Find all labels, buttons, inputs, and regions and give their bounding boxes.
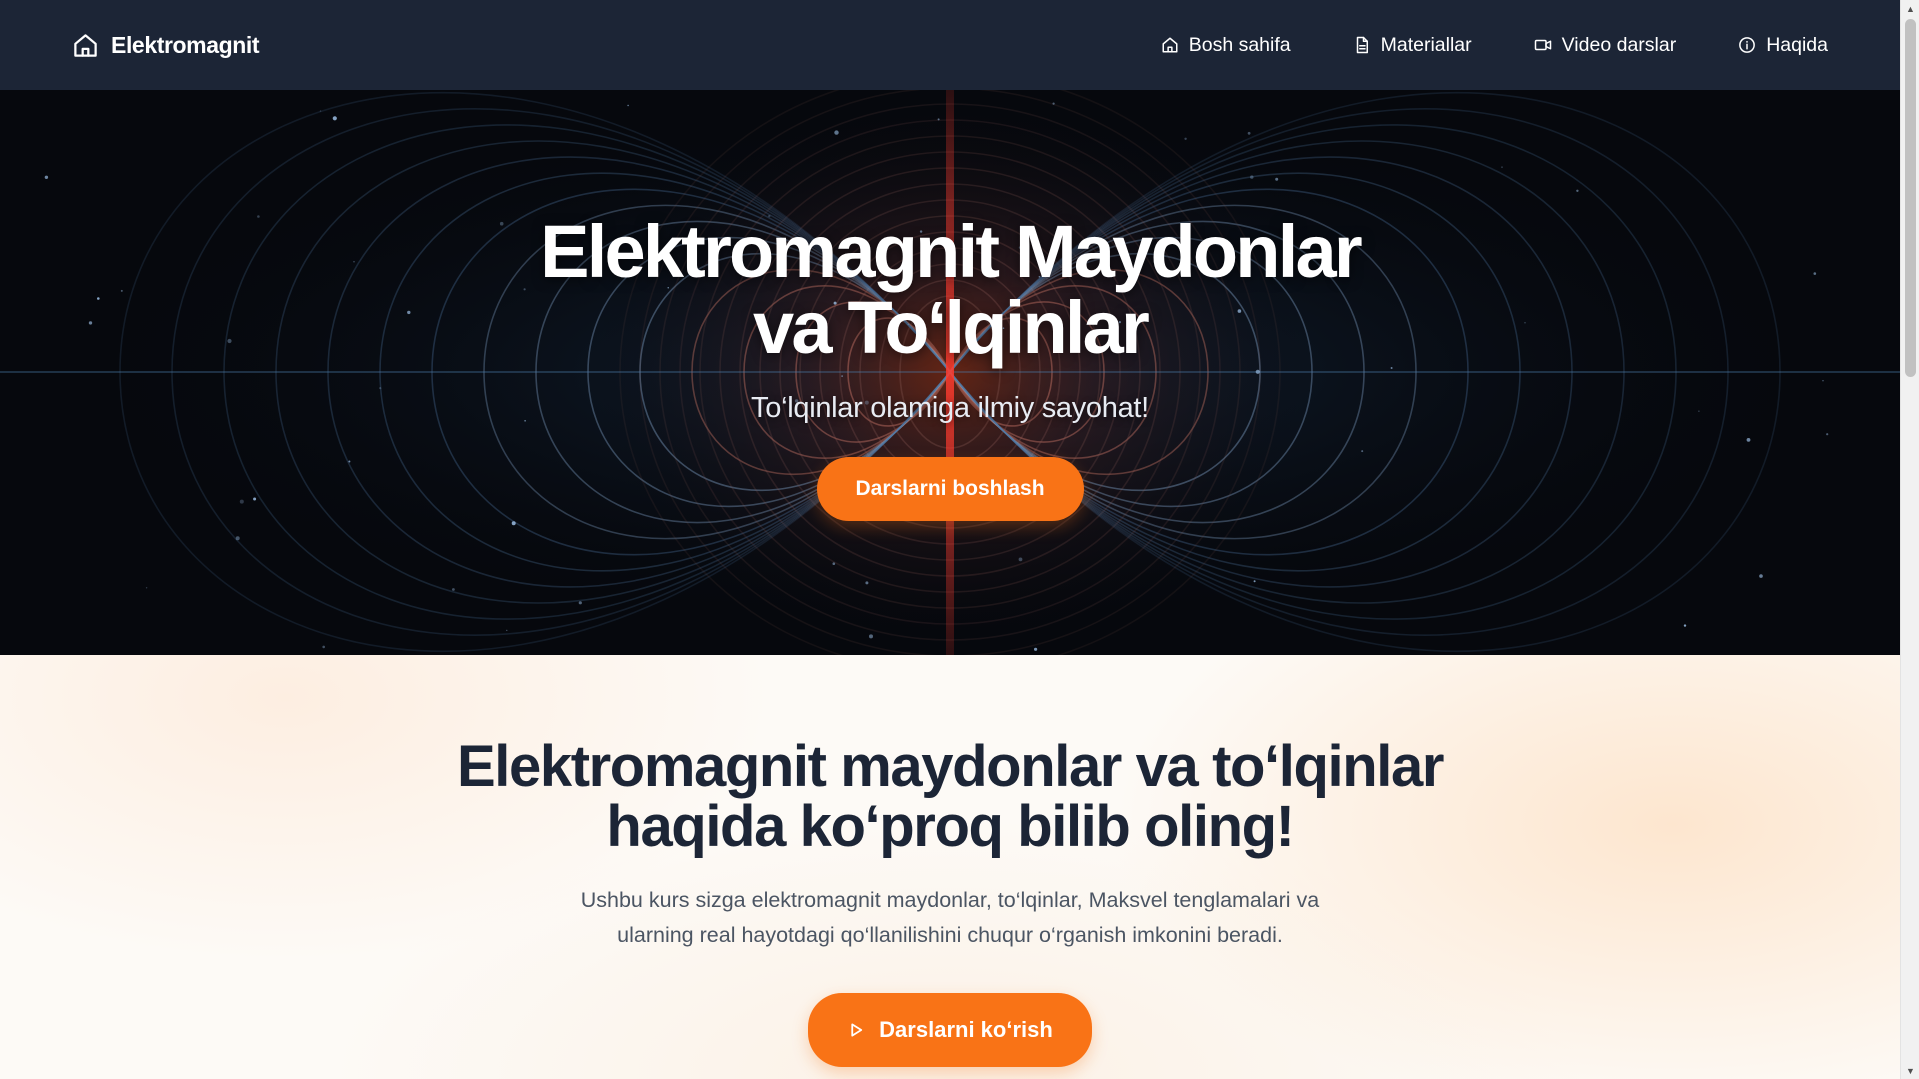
hero-title: Elektromagnit Maydonlar va To‘lqinlar	[400, 214, 1500, 366]
nav-links: Bosh sahifa Materiallar Video darslar Ha…	[1161, 34, 1828, 57]
home-icon	[74, 33, 97, 57]
scroll-down-arrow-icon[interactable]: ▼	[1901, 1062, 1919, 1079]
view-lessons-button[interactable]: Darslarni ko‘rish	[808, 993, 1092, 1067]
nav-link-about-label: Haqida	[1766, 33, 1828, 56]
document-icon	[1356, 36, 1368, 54]
nav-link-videos[interactable]: Video darslar	[1534, 33, 1677, 57]
hero-title-line1: Elektromagnit Maydonlar	[540, 210, 1362, 293]
info-description-line1: Ushbu kurs sizga elektromagnit maydonlar…	[580, 888, 1320, 912]
video-icon	[1534, 39, 1551, 51]
home-icon	[1162, 37, 1178, 53]
info-description: Ushbu kurs sizga elektromagnit maydonlar…	[550, 883, 1350, 953]
info-section: Elektromagnit maydonlar va to‘lqinlar ha…	[0, 655, 1900, 1079]
nav-link-materials-label: Materiallar	[1380, 33, 1472, 56]
hero-title-line2: va To‘lqinlar	[753, 286, 1150, 369]
nav-link-materials[interactable]: Materiallar	[1353, 34, 1472, 57]
hero-section: Elektromagnit Maydonlar va To‘lqinlar To…	[0, 90, 1900, 655]
nav-link-home-label: Bosh sahifa	[1188, 33, 1291, 56]
scroll-up-arrow-icon[interactable]: ▲	[1901, 0, 1919, 17]
hero-subtitle: To‘lqinlar olamiga ilmiy sayohat!	[751, 392, 1149, 424]
scrollbar-thumb[interactable]	[1905, 19, 1916, 377]
vertical-scrollbar[interactable]: ▲ ▼	[1900, 0, 1919, 1079]
brand-logo[interactable]: Elektromagnit	[72, 31, 260, 59]
page: Elektromagnit Bosh sahifa Materiallar Vi…	[0, 0, 1919, 1079]
info-title: Elektromagnit maydonlar va to‘lqinlar ha…	[350, 737, 1550, 857]
info-description-line2: ularning real hayotdagi qo‘llanilishini …	[617, 923, 1283, 947]
hero-content: Elektromagnit Maydonlar va To‘lqinlar To…	[0, 90, 1900, 655]
info-title-line2: haqida ko‘proq bilib oling!	[606, 794, 1295, 859]
brand-name: Elektromagnit	[111, 31, 260, 58]
nav-link-about[interactable]: Haqida	[1738, 34, 1828, 57]
info-title-line1: Elektromagnit maydonlar va to‘lqinlar	[457, 734, 1444, 799]
view-lessons-label: Darslarni ko‘rish	[879, 1017, 1053, 1042]
nav-link-videos-label: Video darslar	[1561, 33, 1677, 56]
play-icon	[851, 1023, 863, 1037]
info-icon	[1739, 37, 1756, 53]
nav-link-home[interactable]: Bosh sahifa	[1161, 34, 1291, 57]
start-lessons-button[interactable]: Darslarni boshlash	[816, 457, 1084, 521]
navbar: Elektromagnit Bosh sahifa Materiallar Vi…	[0, 0, 1900, 90]
